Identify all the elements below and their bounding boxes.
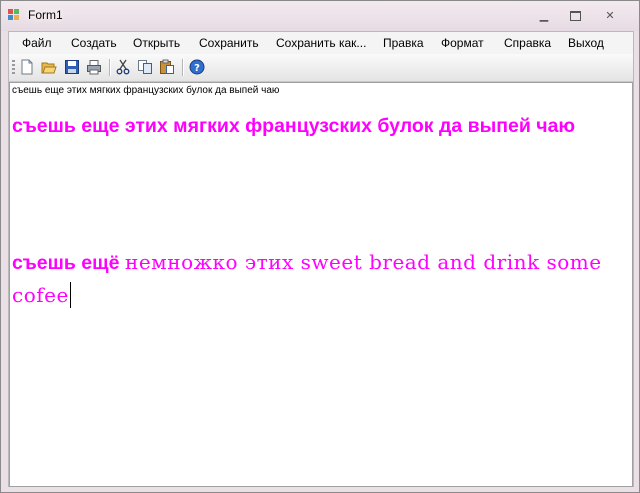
- paste-icon[interactable]: [159, 59, 175, 75]
- form-client-area: Файл Создать Открыть Сохранить Сохранить…: [8, 31, 634, 487]
- menu-edit[interactable]: Правка: [383, 36, 424, 50]
- help-icon[interactable]: ?: [189, 59, 205, 75]
- menu-help[interactable]: Справка: [504, 36, 551, 50]
- new-file-icon[interactable]: [19, 59, 35, 75]
- print-icon[interactable]: [86, 59, 102, 75]
- text-line-mixed: съешь ещё немножко этих sweet bread and …: [12, 246, 622, 312]
- title-bar[interactable]: Form1 ▁ ✕: [1, 1, 639, 31]
- text-caret: [69, 282, 71, 308]
- maximize-button[interactable]: [564, 9, 586, 23]
- save-icon[interactable]: [64, 59, 80, 75]
- toolbar-separator: [109, 59, 111, 76]
- menu-bar: Файл Создать Открыть Сохранить Сохранить…: [9, 32, 633, 54]
- text-line-bold-magenta: съешь еще этих мягких французских булок …: [12, 115, 576, 137]
- window-title: Form1: [28, 8, 63, 22]
- rich-text-editor[interactable]: съешь еще этих мягких французских булок …: [9, 82, 633, 487]
- menu-file[interactable]: Файл: [22, 36, 52, 50]
- toolbar: ?: [9, 54, 633, 82]
- open-folder-icon[interactable]: [41, 59, 57, 75]
- menu-save-as[interactable]: Сохранить как...: [276, 36, 366, 50]
- menu-format[interactable]: Формат: [441, 36, 484, 50]
- app-window: Form1 ▁ ✕ Файл Создать Открыть Сохранить…: [0, 0, 640, 493]
- svg-text:?: ?: [194, 63, 200, 74]
- copy-icon[interactable]: [137, 59, 153, 75]
- toolbar-grip[interactable]: [12, 60, 15, 76]
- menu-exit[interactable]: Выход: [568, 36, 604, 50]
- minimize-button[interactable]: ▁: [533, 9, 555, 23]
- menu-save[interactable]: Сохранить: [199, 36, 259, 50]
- text-line-small: съешь еще этих мягких французских булок …: [12, 85, 280, 96]
- menu-open[interactable]: Открыть: [133, 36, 180, 50]
- toolbar-separator: [182, 59, 184, 76]
- close-button[interactable]: ✕: [599, 9, 621, 23]
- cut-icon[interactable]: [115, 59, 131, 75]
- menu-create[interactable]: Создать: [71, 36, 117, 50]
- text-run-bold: съешь ещё: [12, 252, 120, 274]
- app-icon[interactable]: [8, 9, 20, 21]
